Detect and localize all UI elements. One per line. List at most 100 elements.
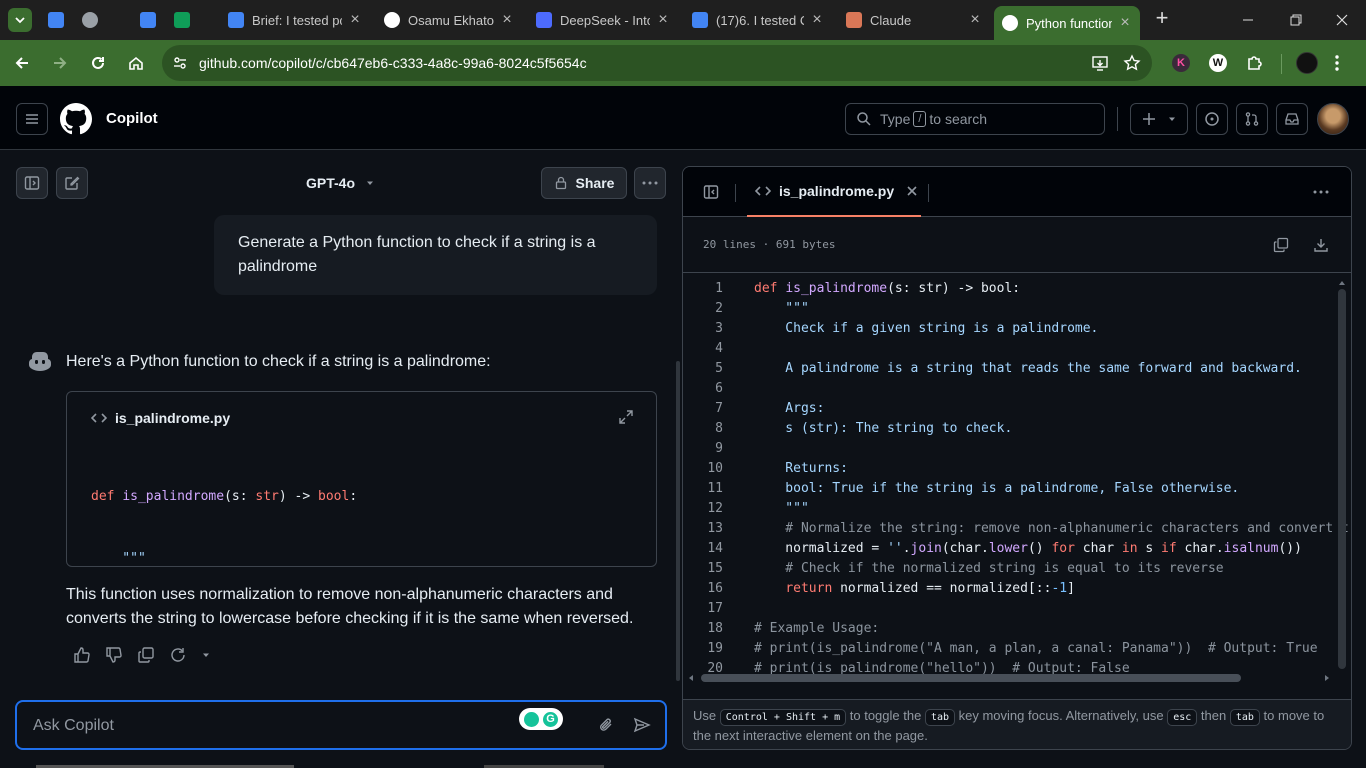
github-icon xyxy=(60,103,92,135)
compose-icon xyxy=(65,176,80,190)
browser-tab[interactable]: (17)6. I tested C × xyxy=(684,6,832,34)
code-snippet-card[interactable]: is_palindrome.py def is_palindrome(s: st… xyxy=(66,391,657,567)
browser-tab[interactable] xyxy=(132,6,162,34)
horizontal-scrollbar[interactable] xyxy=(701,674,1241,682)
tab-search-button[interactable] xyxy=(8,8,32,32)
forward-button[interactable] xyxy=(48,51,72,75)
line-number: 2 xyxy=(715,301,723,316)
search-input[interactable]: Type / to search xyxy=(845,103,1105,135)
github-logo[interactable] xyxy=(60,103,92,135)
hint-text: to toggle the xyxy=(849,708,922,723)
model-picker[interactable]: GPT-4o xyxy=(306,175,375,191)
google-docs-icon xyxy=(140,12,156,28)
lock-icon xyxy=(555,176,566,190)
panel-options-button[interactable] xyxy=(1313,190,1329,194)
new-conversation-button[interactable] xyxy=(56,167,88,199)
scroll-right-icon[interactable] xyxy=(1323,674,1331,682)
vertical-scrollbar[interactable] xyxy=(1337,279,1347,681)
scroll-up-icon[interactable] xyxy=(1337,279,1347,287)
chat-input-box[interactable]: G xyxy=(15,700,667,750)
tab-is-palindrome[interactable]: is_palindrome.py xyxy=(747,167,921,217)
reload-icon xyxy=(92,56,104,69)
copilot-icon xyxy=(29,352,51,371)
snippet-line: """ xyxy=(91,550,146,566)
create-new-button[interactable] xyxy=(1130,103,1188,135)
line-number: 13 xyxy=(707,521,723,536)
inbox-button[interactable] xyxy=(1276,103,1308,135)
home-button[interactable] xyxy=(124,51,148,75)
profile-avatar[interactable] xyxy=(1296,52,1318,74)
thumbs-down-icon[interactable] xyxy=(105,646,123,664)
pull-requests-button[interactable] xyxy=(1236,103,1268,135)
line-number: 11 xyxy=(707,481,723,496)
code-editor[interactable]: 1 def is_palindrome(s: str) -> bool: 2 """… xyxy=(683,274,1351,686)
install-app-icon[interactable] xyxy=(1091,54,1109,72)
close-tab-icon[interactable]: × xyxy=(500,11,514,29)
browser-tab[interactable]: Python function × xyxy=(994,6,1140,40)
line-number: 17 xyxy=(707,601,723,616)
browser-menu-button[interactable] xyxy=(1334,54,1340,72)
grammarly-icon[interactable]: G xyxy=(519,708,563,730)
close-tab-icon[interactable]: × xyxy=(810,11,824,29)
code-view-panel: is_palindrome.py 20 lines · 691 bytes 1 d… xyxy=(682,166,1352,750)
hint-key: tab xyxy=(924,709,956,726)
code-line: Check if a given string is a palindrome. xyxy=(754,321,1099,336)
browser-tab[interactable]: DeepSeek - Into × xyxy=(528,6,678,34)
hint-text: Use xyxy=(693,708,717,723)
bookmark-star-icon[interactable] xyxy=(1123,54,1141,72)
extensions-button[interactable] xyxy=(1245,53,1265,73)
close-tab-icon[interactable]: × xyxy=(348,11,362,29)
close-window-button[interactable] xyxy=(1334,12,1350,28)
browser-tab[interactable]: Brief: I tested pc × xyxy=(220,6,370,34)
browser-tab[interactable] xyxy=(40,6,70,34)
url-text[interactable]: github.com/copilot/c/cb647eb6-c333-4a8c-… xyxy=(199,55,587,71)
caret-down-icon[interactable] xyxy=(201,650,211,660)
browser-tab[interactable]: Osamu Ekhator × xyxy=(376,6,522,34)
toggle-sidebar-button[interactable] xyxy=(16,167,48,199)
back-button[interactable] xyxy=(10,51,34,75)
snippet-filename: is_palindrome.py xyxy=(115,410,231,426)
restore-button[interactable] xyxy=(1288,12,1304,28)
url-bar[interactable]: github.com/copilot/c/cb647eb6-c333-4a8c-… xyxy=(162,45,1152,81)
hint-text: then xyxy=(1200,708,1227,723)
browser-tab[interactable]: Claude × xyxy=(838,6,990,34)
browser-tab[interactable] xyxy=(166,6,196,34)
reload-button[interactable] xyxy=(86,51,110,75)
close-icon[interactable] xyxy=(906,185,918,197)
regenerate-icon[interactable] xyxy=(169,646,187,664)
browser-tab-bar: Brief: I tested pc × Osamu Ekhator × DeepSee… xyxy=(0,0,1366,40)
copy-icon[interactable] xyxy=(137,646,155,664)
hint-text: to move to xyxy=(1263,708,1325,723)
close-tab-icon[interactable]: × xyxy=(656,11,670,29)
extension-k-icon[interactable]: K xyxy=(1172,54,1190,72)
issues-button[interactable] xyxy=(1196,103,1228,135)
scroll-left-icon[interactable] xyxy=(687,674,695,682)
download-file-button[interactable] xyxy=(1313,237,1329,253)
thumbs-up-icon[interactable] xyxy=(73,646,91,664)
expand-icon xyxy=(619,410,633,424)
send-icon[interactable] xyxy=(633,716,651,734)
chatgpt-icon xyxy=(384,12,400,28)
copy-file-button[interactable] xyxy=(1273,237,1289,253)
minimize-button[interactable] xyxy=(1240,12,1256,28)
browser-tab[interactable] xyxy=(74,6,104,34)
share-button[interactable]: Share xyxy=(541,167,627,199)
collapse-panel-button[interactable] xyxy=(703,184,719,200)
chat-scrollbar[interactable] xyxy=(676,361,680,681)
browser-toolbar: github.com/copilot/c/cb647eb6-c333-4a8c-… xyxy=(0,40,1366,86)
global-nav-menu-button[interactable] xyxy=(16,103,48,135)
close-tab-icon[interactable]: × xyxy=(968,11,982,29)
new-tab-button[interactable]: + xyxy=(1151,7,1173,30)
code-line: s (str): The string to check. xyxy=(754,421,1013,436)
user-avatar[interactable] xyxy=(1317,103,1349,135)
site-settings-icon[interactable] xyxy=(172,55,188,71)
page-title[interactable]: Copilot xyxy=(106,110,158,127)
sidebar-expand-icon xyxy=(24,176,40,190)
close-tab-icon[interactable]: × xyxy=(1118,14,1132,32)
paperclip-icon[interactable] xyxy=(597,716,615,734)
ask-copilot-input[interactable] xyxy=(33,714,493,738)
expand-code-button[interactable] xyxy=(618,409,634,425)
conversation-options-button[interactable] xyxy=(634,167,666,199)
extension-w-icon[interactable]: W xyxy=(1209,54,1227,72)
hint-key: esc xyxy=(1167,709,1198,726)
